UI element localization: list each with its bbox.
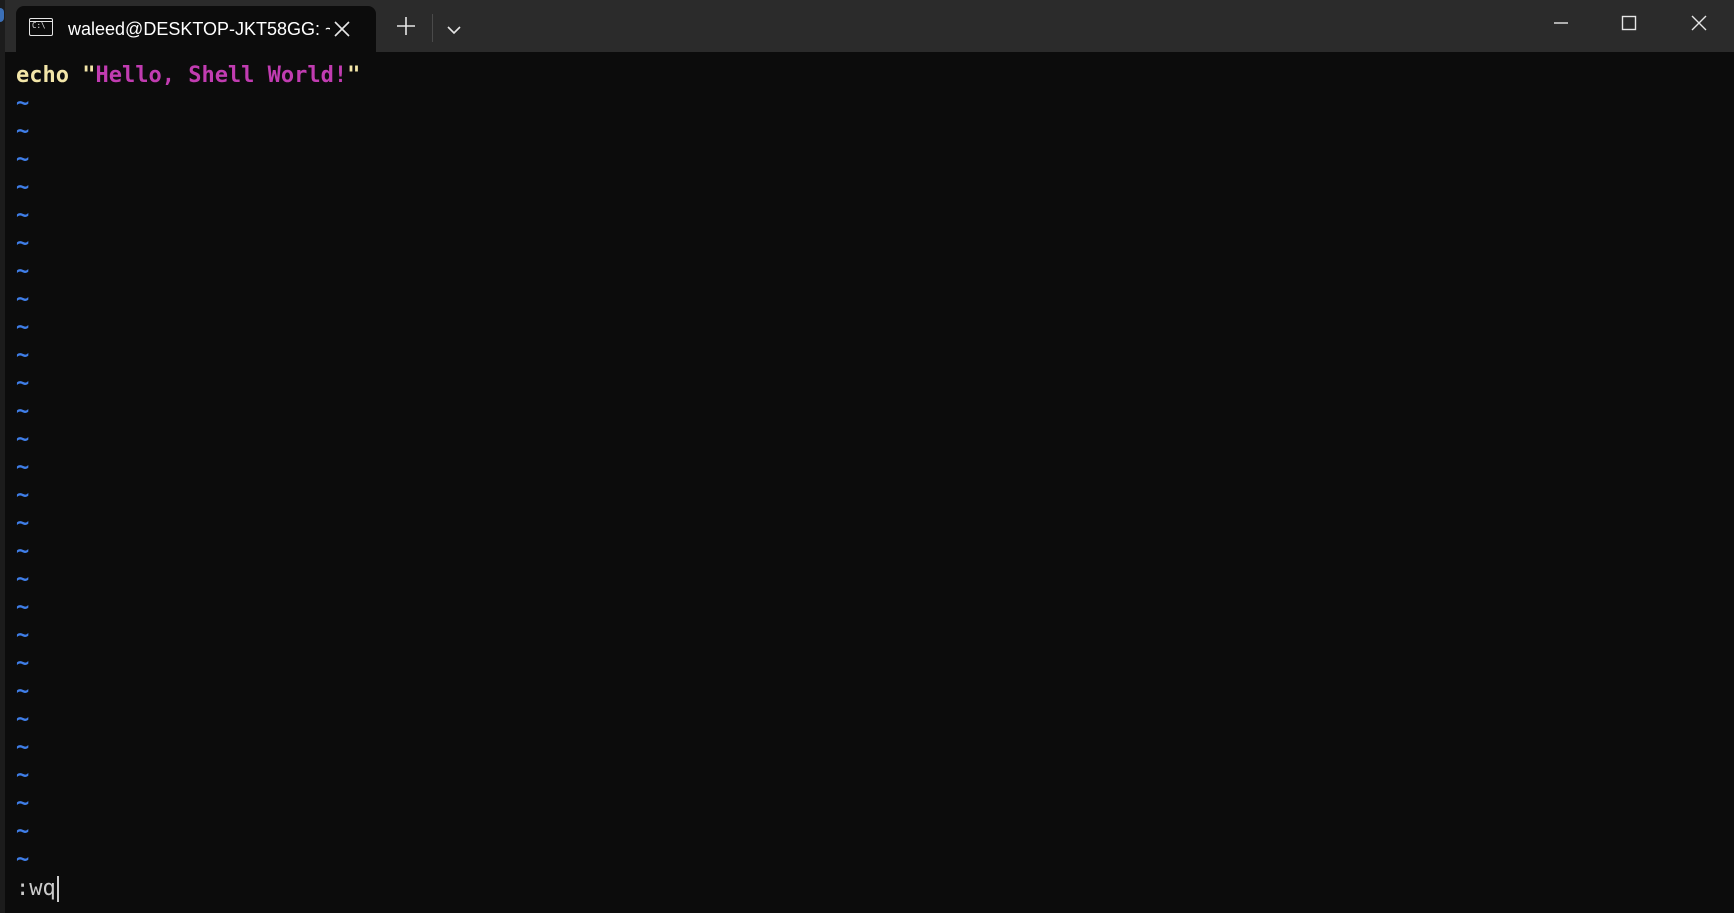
minimize-icon [1554, 22, 1568, 24]
code-line[interactable]: echo "Hello, Shell World!" [16, 62, 1716, 90]
terminal-icon-label: C:\ [32, 21, 46, 30]
empty-line-marker: ~ [16, 427, 30, 452]
empty-line-marker: ~ [16, 259, 30, 284]
empty-line-marker: ~ [16, 287, 30, 312]
command-text: :wq [16, 876, 56, 901]
empty-line-marker: ~ [16, 399, 30, 424]
new-tab-button[interactable] [394, 14, 418, 38]
empty-line-marker: ~ [16, 567, 30, 592]
empty-line-marker: ~ [16, 231, 30, 256]
close-icon [334, 21, 350, 37]
quote-close: " [347, 63, 361, 88]
empty-line-marker: ~ [16, 483, 30, 508]
empty-line-marker: ~ [16, 679, 30, 704]
plus-icon [397, 17, 415, 35]
empty-line-marker: ~ [16, 539, 30, 564]
empty-line-marker: ~ [16, 651, 30, 676]
empty-line-marker: ~ [16, 735, 30, 760]
command-line[interactable]: :wq [16, 874, 59, 904]
empty-line-marker: ~ [16, 791, 30, 816]
chevron-down-icon [447, 26, 461, 35]
string-literal: Hello, Shell World! [95, 63, 348, 88]
titlebar-divider [432, 14, 433, 42]
empty-line-marker: ~ [16, 119, 30, 144]
maximize-button[interactable] [1616, 8, 1642, 34]
minimize-button[interactable] [1548, 8, 1574, 34]
empty-line-marker: ~ [16, 623, 30, 648]
terminal-icon: C:\ [29, 18, 53, 36]
empty-line-marker: ~ [16, 343, 30, 368]
empty-line-marker: ~ [16, 847, 30, 872]
terminal-window: C:\ waleed@DESKTOP-JKT58GG: ~ echo "Hell… [0, 0, 1734, 913]
tab-terminal[interactable]: C:\ waleed@DESKTOP-JKT58GG: ~ [16, 6, 376, 52]
title-bar[interactable]: C:\ waleed@DESKTOP-JKT58GG: ~ [0, 0, 1734, 52]
empty-line-marker: ~ [16, 175, 30, 200]
tab-title: waleed@DESKTOP-JKT58GG: ~ [68, 19, 330, 39]
window-edge [0, 0, 5, 913]
empty-line-marker: ~ [16, 91, 30, 116]
tab-close-button[interactable] [330, 17, 354, 41]
empty-line-marker: ~ [16, 455, 30, 480]
empty-line-marker: ~ [16, 819, 30, 844]
empty-line-marker: ~ [16, 595, 30, 620]
tab-dropdown-button[interactable] [442, 18, 466, 42]
quote-open: " [82, 63, 96, 88]
empty-line-marker: ~ [16, 371, 30, 396]
close-icon [1691, 15, 1707, 31]
empty-lines: ~ ~ ~ ~ ~ ~ ~ ~ ~ ~ ~ ~ ~ ~ ~ ~ ~ ~ ~ ~ ~ ~ ~ ~ ~ ~ ~ ~ [16, 90, 1716, 874]
empty-line-marker: ~ [16, 315, 30, 340]
empty-line-marker: ~ [16, 707, 30, 732]
empty-line-marker: ~ [16, 511, 30, 536]
empty-line-marker: ~ [16, 763, 30, 788]
maximize-icon [1621, 15, 1637, 31]
keyword-echo: echo [16, 63, 69, 88]
empty-line-marker: ~ [16, 147, 30, 172]
vim-editor[interactable]: echo "Hello, Shell World!" ~ ~ ~ ~ ~ ~ ~ ~ ~ ~ ~ ~ ~… [16, 62, 1716, 910]
empty-line-marker: ~ [16, 203, 30, 228]
close-window-button[interactable] [1686, 8, 1712, 34]
text-cursor [56, 876, 59, 902]
